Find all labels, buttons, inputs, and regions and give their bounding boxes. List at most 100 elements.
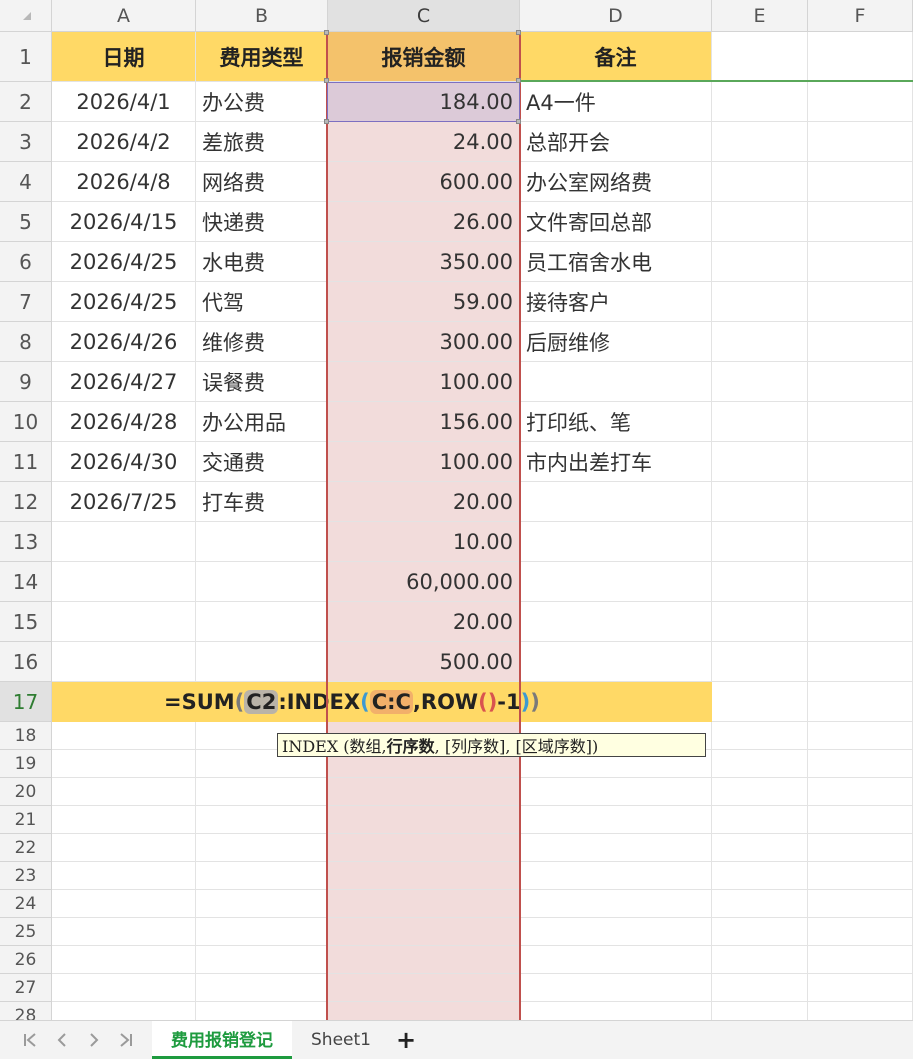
empty-cell[interactable] — [52, 974, 196, 1002]
amount-cell[interactable]: 300.00 — [328, 322, 520, 362]
row-header-28[interactable]: 28 — [0, 1002, 52, 1020]
type-cell[interactable]: 维修费 — [196, 322, 328, 362]
empty-cell[interactable] — [196, 974, 328, 1002]
empty-cell-f[interactable] — [808, 122, 913, 162]
empty-cell[interactable] — [520, 974, 712, 1002]
row-header-2[interactable]: 2 — [0, 82, 52, 122]
row-header-15[interactable]: 15 — [0, 602, 52, 642]
note-cell[interactable]: 员工宿舍水电 — [520, 242, 712, 282]
last-sheet-icon[interactable] — [114, 1029, 138, 1051]
empty-cell-f[interactable] — [808, 202, 913, 242]
empty-cell[interactable] — [712, 974, 808, 1002]
amount-cell[interactable]: 60,000.00 — [328, 562, 520, 602]
note-cell[interactable]: 接待客户 — [520, 282, 712, 322]
row-header-25[interactable]: 25 — [0, 918, 52, 946]
row-header-12[interactable]: 12 — [0, 482, 52, 522]
row-header-18[interactable]: 18 — [0, 722, 52, 750]
amount-cell[interactable]: 350.00 — [328, 242, 520, 282]
header-cell-d[interactable]: 备注 — [520, 32, 712, 82]
date-cell[interactable]: 2026/4/15 — [52, 202, 196, 242]
date-cell[interactable] — [52, 562, 196, 602]
empty-cell[interactable] — [520, 890, 712, 918]
formula-editor[interactable]: =SUM(C2:INDEX(C:C ,ROW() -1)) — [164, 682, 540, 722]
date-cell[interactable]: 2026/4/28 — [52, 402, 196, 442]
row-header-6[interactable]: 6 — [0, 242, 52, 282]
date-cell[interactable]: 2026/4/27 — [52, 362, 196, 402]
sheet-tab-sheet1[interactable]: Sheet1 — [296, 1021, 386, 1059]
empty-cell[interactable] — [808, 946, 913, 974]
empty-cell[interactable] — [808, 722, 913, 750]
date-cell[interactable]: 2026/4/1 — [52, 82, 196, 122]
column-header-c[interactable]: C — [328, 0, 520, 32]
empty-cell-e[interactable] — [712, 162, 808, 202]
empty-cell[interactable] — [328, 946, 520, 974]
row-header-16[interactable]: 16 — [0, 642, 52, 682]
row-header-7[interactable]: 7 — [0, 282, 52, 322]
empty-cell[interactable] — [52, 722, 196, 750]
empty-cell[interactable] — [328, 1002, 520, 1020]
column-header-b[interactable]: B — [196, 0, 328, 32]
amount-cell[interactable]: 600.00 — [328, 162, 520, 202]
empty-cell[interactable] — [328, 834, 520, 862]
note-cell[interactable]: 后厨维修 — [520, 322, 712, 362]
amount-cell[interactable]: 20.00 — [328, 602, 520, 642]
empty-cell-f[interactable] — [808, 82, 913, 122]
empty-cell-f[interactable] — [808, 162, 913, 202]
empty-cell[interactable] — [520, 862, 712, 890]
type-cell[interactable] — [196, 642, 328, 682]
row-header-1[interactable]: 1 — [0, 32, 52, 82]
empty-cell[interactable] — [52, 1002, 196, 1020]
note-cell[interactable] — [520, 482, 712, 522]
empty-cell[interactable] — [196, 834, 328, 862]
row-header-24[interactable]: 24 — [0, 890, 52, 918]
date-cell[interactable]: 2026/4/30 — [52, 442, 196, 482]
row-header-8[interactable]: 8 — [0, 322, 52, 362]
row-header-14[interactable]: 14 — [0, 562, 52, 602]
type-cell[interactable] — [196, 602, 328, 642]
empty-cell-e[interactable] — [712, 322, 808, 362]
empty-cell[interactable] — [712, 890, 808, 918]
amount-cell[interactable]: 20.00 — [328, 482, 520, 522]
empty-cell[interactable] — [52, 750, 196, 778]
empty-cell[interactable] — [808, 750, 913, 778]
type-cell[interactable]: 误餐费 — [196, 362, 328, 402]
empty-cell[interactable] — [520, 1002, 712, 1020]
row-header-22[interactable]: 22 — [0, 834, 52, 862]
amount-cell[interactable]: 26.00 — [328, 202, 520, 242]
empty-cell[interactable] — [520, 778, 712, 806]
empty-cell-e[interactable] — [712, 242, 808, 282]
date-cell[interactable] — [52, 602, 196, 642]
empty-cell-f[interactable] — [808, 242, 913, 282]
empty-cell[interactable] — [712, 778, 808, 806]
empty-cell[interactable] — [52, 890, 196, 918]
empty-cell[interactable] — [712, 806, 808, 834]
empty-cell[interactable] — [712, 946, 808, 974]
row-header-23[interactable]: 23 — [0, 862, 52, 890]
empty-cell-e[interactable] — [712, 202, 808, 242]
amount-cell[interactable]: 100.00 — [328, 362, 520, 402]
empty-cell[interactable] — [328, 918, 520, 946]
empty-cell[interactable] — [712, 862, 808, 890]
empty-cell[interactable] — [196, 890, 328, 918]
empty-cell-e[interactable] — [712, 82, 808, 122]
empty-cell-e[interactable] — [712, 562, 808, 602]
empty-cell[interactable] — [328, 862, 520, 890]
type-cell[interactable]: 快递费 — [196, 202, 328, 242]
empty-cell-e[interactable] — [712, 482, 808, 522]
note-cell[interactable]: 文件寄回总部 — [520, 202, 712, 242]
amount-cell[interactable]: 24.00 — [328, 122, 520, 162]
type-cell[interactable]: 办公用品 — [196, 402, 328, 442]
amount-cell[interactable]: 10.00 — [328, 522, 520, 562]
empty-cell[interactable] — [52, 806, 196, 834]
empty-cell[interactable] — [712, 750, 808, 778]
empty-cell[interactable] — [712, 834, 808, 862]
empty-cell[interactable] — [52, 918, 196, 946]
amount-cell[interactable]: 100.00 — [328, 442, 520, 482]
amount-cell[interactable]: 156.00 — [328, 402, 520, 442]
empty-cell[interactable] — [52, 778, 196, 806]
column-header-e[interactable]: E — [712, 0, 808, 32]
empty-cell[interactable] — [808, 778, 913, 806]
empty-cell-f[interactable] — [808, 362, 913, 402]
note-cell[interactable] — [520, 362, 712, 402]
amount-cell[interactable]: 500.00 — [328, 642, 520, 682]
